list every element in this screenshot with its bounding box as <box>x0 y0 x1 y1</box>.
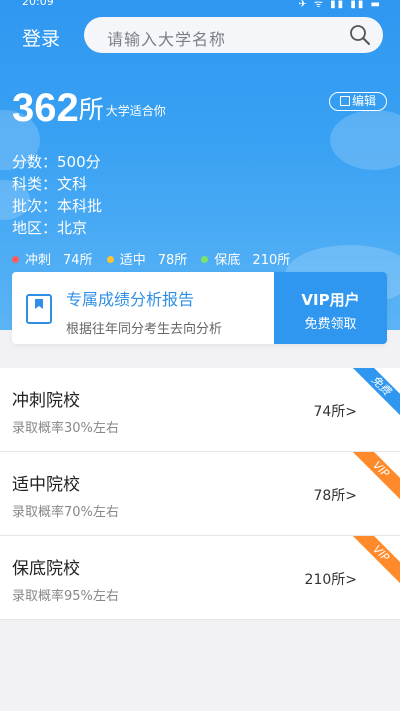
legend-label: 适中 <box>119 253 146 268</box>
college-list: 冲刺院校 录取概率30%左右 74所> 免费 适中院校 录取概率70%左右 78… <box>0 368 400 620</box>
category-legend: 冲刺 74所 适中 78所 保底 210所 <box>12 249 300 268</box>
college-count-link[interactable]: 74所> <box>313 401 357 421</box>
report-title: 专属成绩分析报告 <box>66 290 195 309</box>
list-item-match[interactable]: 适中院校 录取概率70%左右 78所> VIP <box>0 452 400 536</box>
legend-dot-reach <box>12 256 19 263</box>
report-card[interactable]: 专属成绩分析报告 根据往年同分考生去向分析 VIP用户 免费领取 <box>12 272 387 344</box>
report-subtitle: 根据往年同分考生去向分析 <box>66 322 223 337</box>
college-count-link[interactable]: 78所> <box>313 485 357 505</box>
admission-rate: 录取概率30%左右 <box>12 421 119 436</box>
batch-text: 批次：本科批 <box>12 197 103 215</box>
college-category-name: 保底院校 <box>12 559 80 579</box>
subject-text: 科类：文科 <box>12 175 88 193</box>
college-category-name: 适中院校 <box>12 475 80 495</box>
search-icon[interactable] <box>349 24 371 46</box>
legend-count: 74所 <box>63 253 93 268</box>
admission-rate: 录取概率95%左右 <box>12 589 119 604</box>
status-bar: 20:09 ✈ ᯤ ▮▮ ▮▮ ▬ <box>0 0 400 10</box>
vip-subtitle: 免费领取 <box>304 317 357 332</box>
match-count: 362所 大学适合你 <box>12 86 166 131</box>
college-count-link[interactable]: 210所> <box>305 569 357 589</box>
legend-count: 78所 <box>157 253 188 268</box>
search-input[interactable]: 请输入大学名称 <box>84 17 383 53</box>
status-icons: ✈ ᯤ ▮▮ ▮▮ ▬ <box>298 0 382 10</box>
match-count-number: 362 <box>12 86 79 130</box>
login-button[interactable]: 登录 <box>22 24 60 51</box>
admission-rate: 录取概率70%左右 <box>12 505 119 520</box>
edit-button[interactable]: 编辑 <box>329 92 387 111</box>
edit-icon <box>339 96 350 106</box>
list-item-safety[interactable]: 保底院校 录取概率95%左右 210所> VIP <box>0 536 400 620</box>
legend-dot-match <box>106 256 114 263</box>
match-count-unit: 所 <box>78 95 104 124</box>
edit-label: 编辑 <box>351 94 376 108</box>
legend-label: 冲刺 <box>25 253 52 268</box>
search-placeholder: 请输入大学名称 <box>107 30 227 49</box>
region-text: 地区：北京 <box>12 219 88 237</box>
list-item-reach[interactable]: 冲刺院校 录取概率30%左右 74所> 免费 <box>0 368 400 452</box>
vip-title: VIP用户 <box>301 291 360 309</box>
legend-dot-safety <box>201 256 209 263</box>
score-text: 分数：500分 <box>12 153 101 171</box>
match-count-suffix: 大学适合你 <box>105 104 166 118</box>
legend-label: 保底 <box>214 253 241 268</box>
top-bar: 登录 请输入大学名称 <box>0 14 400 58</box>
book-icon <box>26 294 52 324</box>
vip-claim-button[interactable]: VIP用户 免费领取 <box>274 272 387 344</box>
status-time: 20:09 <box>22 0 54 8</box>
college-category-name: 冲刺院校 <box>12 391 80 411</box>
legend-count: 210所 <box>252 253 291 268</box>
